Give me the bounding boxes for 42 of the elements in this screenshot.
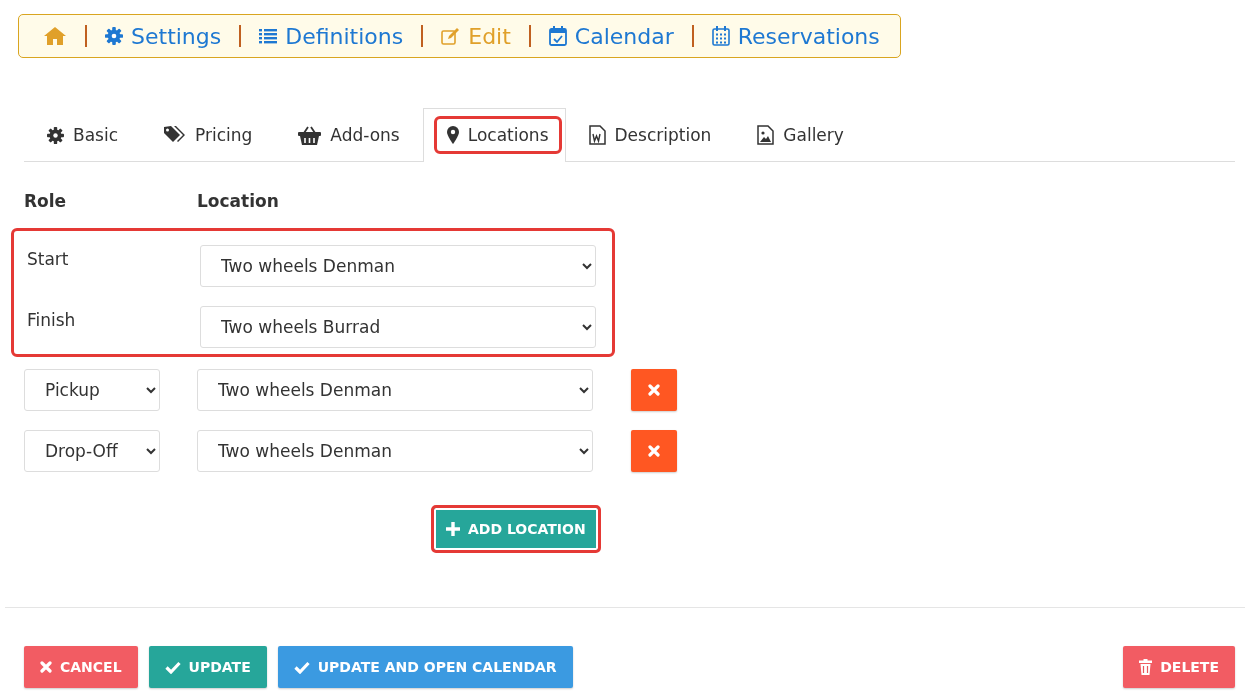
calendar-check-icon: [548, 26, 567, 46]
role-select[interactable]: Drop-Off: [24, 430, 160, 472]
remove-button[interactable]: [631, 369, 677, 411]
nav-link[interactable]: Reservations: [711, 23, 880, 49]
tab[interactable]: Description: [575, 116, 725, 154]
remove-button[interactable]: [631, 430, 677, 472]
calendar-icon: [711, 26, 730, 46]
trash-icon: [1139, 659, 1153, 675]
location-select[interactable]: Two wheels Burrad: [200, 306, 596, 348]
close-icon: [648, 445, 660, 457]
map-pin-icon: [446, 125, 459, 144]
image-icon: [757, 125, 775, 145]
check-icon: [164, 660, 181, 674]
location-select[interactable]: Two wheels Denman: [200, 245, 596, 287]
tab[interactable]: Add-ons: [285, 116, 413, 154]
nav-link[interactable]: Definitions: [259, 23, 404, 49]
location-select[interactable]: Two wheels Denman: [197, 369, 593, 411]
nav-link[interactable]: Settings: [105, 23, 222, 49]
document-icon: [588, 125, 606, 145]
home-icon: [43, 26, 67, 46]
plus-icon: [446, 522, 460, 536]
location-select[interactable]: Two wheels Denman: [197, 430, 593, 472]
column-header: Role: [24, 191, 68, 211]
tab[interactable]: Basic: [34, 116, 131, 154]
tab[interactable]: Locations: [433, 115, 562, 154]
nav-link[interactable]: Calendar: [548, 23, 674, 49]
role-label: Start: [27, 248, 70, 269]
nav-link[interactable]: [43, 26, 67, 46]
close-icon: [648, 384, 660, 396]
list-icon: [259, 28, 278, 44]
role-label: Finish: [27, 309, 77, 330]
tab[interactable]: Pricing: [151, 116, 266, 154]
tags-icon: [164, 126, 186, 144]
close-icon: [40, 661, 52, 673]
tab[interactable]: Gallery: [744, 116, 857, 154]
gear-icon: [47, 126, 64, 144]
column-header: Location: [197, 191, 279, 211]
gear-icon: [105, 27, 123, 45]
edit-icon: [441, 27, 461, 45]
basket-icon: [298, 125, 322, 145]
check-icon: [293, 660, 310, 674]
role-select[interactable]: Pickup: [24, 369, 160, 411]
